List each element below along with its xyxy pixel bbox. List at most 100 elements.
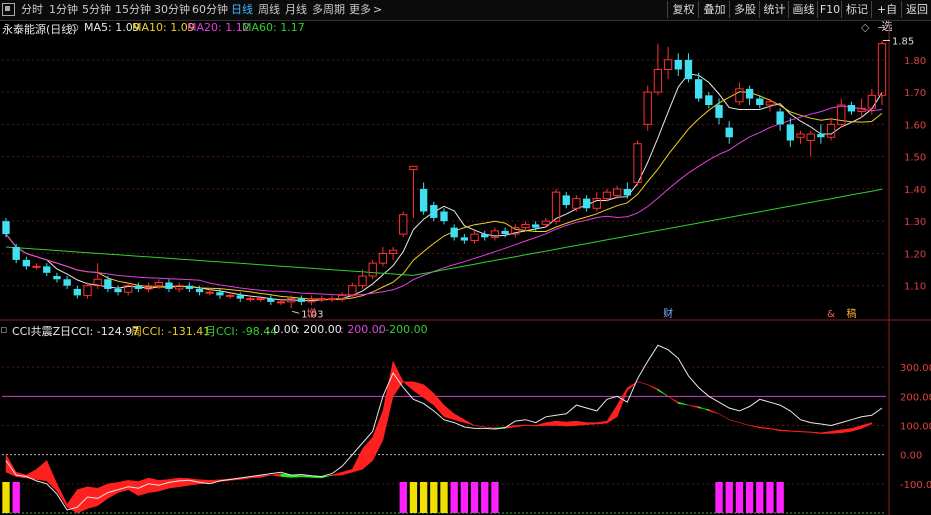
- high-price-label: 1.85: [892, 36, 914, 47]
- candle: [725, 121, 733, 144]
- candle-body: [725, 127, 733, 138]
- signal-bar: [766, 482, 774, 513]
- candle: [643, 85, 652, 131]
- price-tick-label: 1.60: [904, 120, 926, 131]
- cci-band-segment: [790, 430, 801, 433]
- cci-band-segment: [555, 420, 567, 427]
- candle-body: [2, 221, 10, 235]
- candle: [817, 124, 825, 144]
- price-tick-label: 1.80: [904, 56, 926, 67]
- y-axis: 1.80 1.70 1.60 1.50 1.40 1.30 1.20 1.10 300.00 20…: [900, 56, 931, 491]
- candle-body: [53, 276, 61, 280]
- candle: [674, 53, 682, 76]
- candle-body: [104, 279, 112, 289]
- candle-body: [216, 292, 224, 296]
- candle-body: [684, 59, 693, 80]
- candle: [715, 98, 723, 125]
- low-marker-line: [292, 310, 300, 314]
- cci-band-segment: [586, 422, 598, 425]
- candle-body: [765, 101, 775, 106]
- candle: [124, 282, 133, 296]
- candle: [440, 208, 448, 225]
- candle-body: [877, 43, 887, 96]
- candle: [409, 165, 418, 218]
- candle: [32, 263, 41, 270]
- candle: [73, 285, 81, 299]
- cci-band-segment: [616, 386, 628, 417]
- candle: [236, 292, 244, 302]
- candle-body: [337, 294, 347, 300]
- price-tick-label: 1.20: [904, 249, 926, 260]
- candle-body: [796, 133, 805, 138]
- signal-bar: [491, 482, 499, 513]
- candle: [877, 40, 887, 105]
- cci-band-segment: [138, 477, 149, 496]
- signal-bar: [756, 482, 764, 513]
- candle-body: [633, 143, 642, 183]
- candle-body: [572, 198, 581, 209]
- cci-band-segment: [688, 404, 699, 409]
- cci-band-segment: [515, 424, 526, 428]
- candle-body: [267, 298, 275, 302]
- candle-body: [246, 298, 255, 301]
- event-markers: 1.851.03增财 & 稿: [292, 36, 914, 320]
- candle: [460, 234, 469, 244]
- cci-band-segment: [545, 420, 557, 426]
- signal-bar: [776, 482, 784, 513]
- candle: [572, 195, 581, 212]
- candle-body: [653, 69, 663, 93]
- candle-body: [602, 191, 612, 200]
- candle: [837, 98, 846, 128]
- event-marker: 财: [663, 307, 673, 320]
- candle-body: [663, 59, 673, 70]
- cci-tick-label: 300.00: [900, 363, 931, 374]
- candle-body: [165, 282, 173, 289]
- candle-body: [185, 285, 194, 289]
- candle-body: [73, 288, 81, 296]
- signal-bar: [440, 482, 448, 513]
- signal-bar: [419, 482, 428, 513]
- candle-body: [327, 298, 337, 301]
- candle-body: [460, 237, 469, 241]
- cci-band-segment: [178, 477, 190, 488]
- candle-body: [83, 285, 92, 296]
- event-marker: 增: [307, 307, 317, 320]
- candle-body: [776, 111, 784, 125]
- candle: [185, 282, 194, 293]
- cci-band-segment: [759, 426, 771, 430]
- candle-body: [582, 198, 591, 209]
- price-tick-label: 1.10: [904, 282, 926, 293]
- signal-bar: [725, 482, 733, 513]
- candle-body: [22, 259, 31, 267]
- candle: [368, 259, 377, 280]
- candle: [337, 292, 347, 302]
- candle: [521, 221, 530, 231]
- candle: [53, 272, 61, 283]
- cci-band-segment: [729, 419, 740, 423]
- candle-body: [378, 252, 388, 264]
- candle: [174, 282, 184, 293]
- candle-body: [817, 134, 825, 138]
- cci-band-segment: [708, 409, 720, 415]
- kline-chart[interactable]: 1.80 1.70 1.60 1.50 1.40 1.30 1.20 1.10 300.00 20…: [0, 0, 931, 515]
- candle: [267, 295, 275, 306]
- candle-body: [756, 98, 764, 105]
- cci-band-segment: [606, 404, 618, 424]
- signal-bar: [399, 482, 407, 513]
- cci-band-segment: [647, 384, 659, 391]
- candle: [43, 263, 51, 277]
- price-tick-label: 1.70: [904, 88, 926, 99]
- candle: [63, 276, 71, 289]
- candle: [765, 98, 775, 112]
- cci-tick-label: 0.00: [900, 451, 922, 462]
- cci-band-segment: [535, 422, 547, 427]
- candle: [562, 192, 570, 209]
- candle-body: [317, 298, 326, 301]
- candle: [83, 282, 92, 299]
- ma20-line: [5, 105, 883, 296]
- candle: [684, 53, 693, 83]
- candle: [786, 117, 794, 147]
- cci-band-segment: [260, 474, 271, 478]
- cci-band-segment: [769, 428, 781, 432]
- candle-body: [521, 223, 530, 229]
